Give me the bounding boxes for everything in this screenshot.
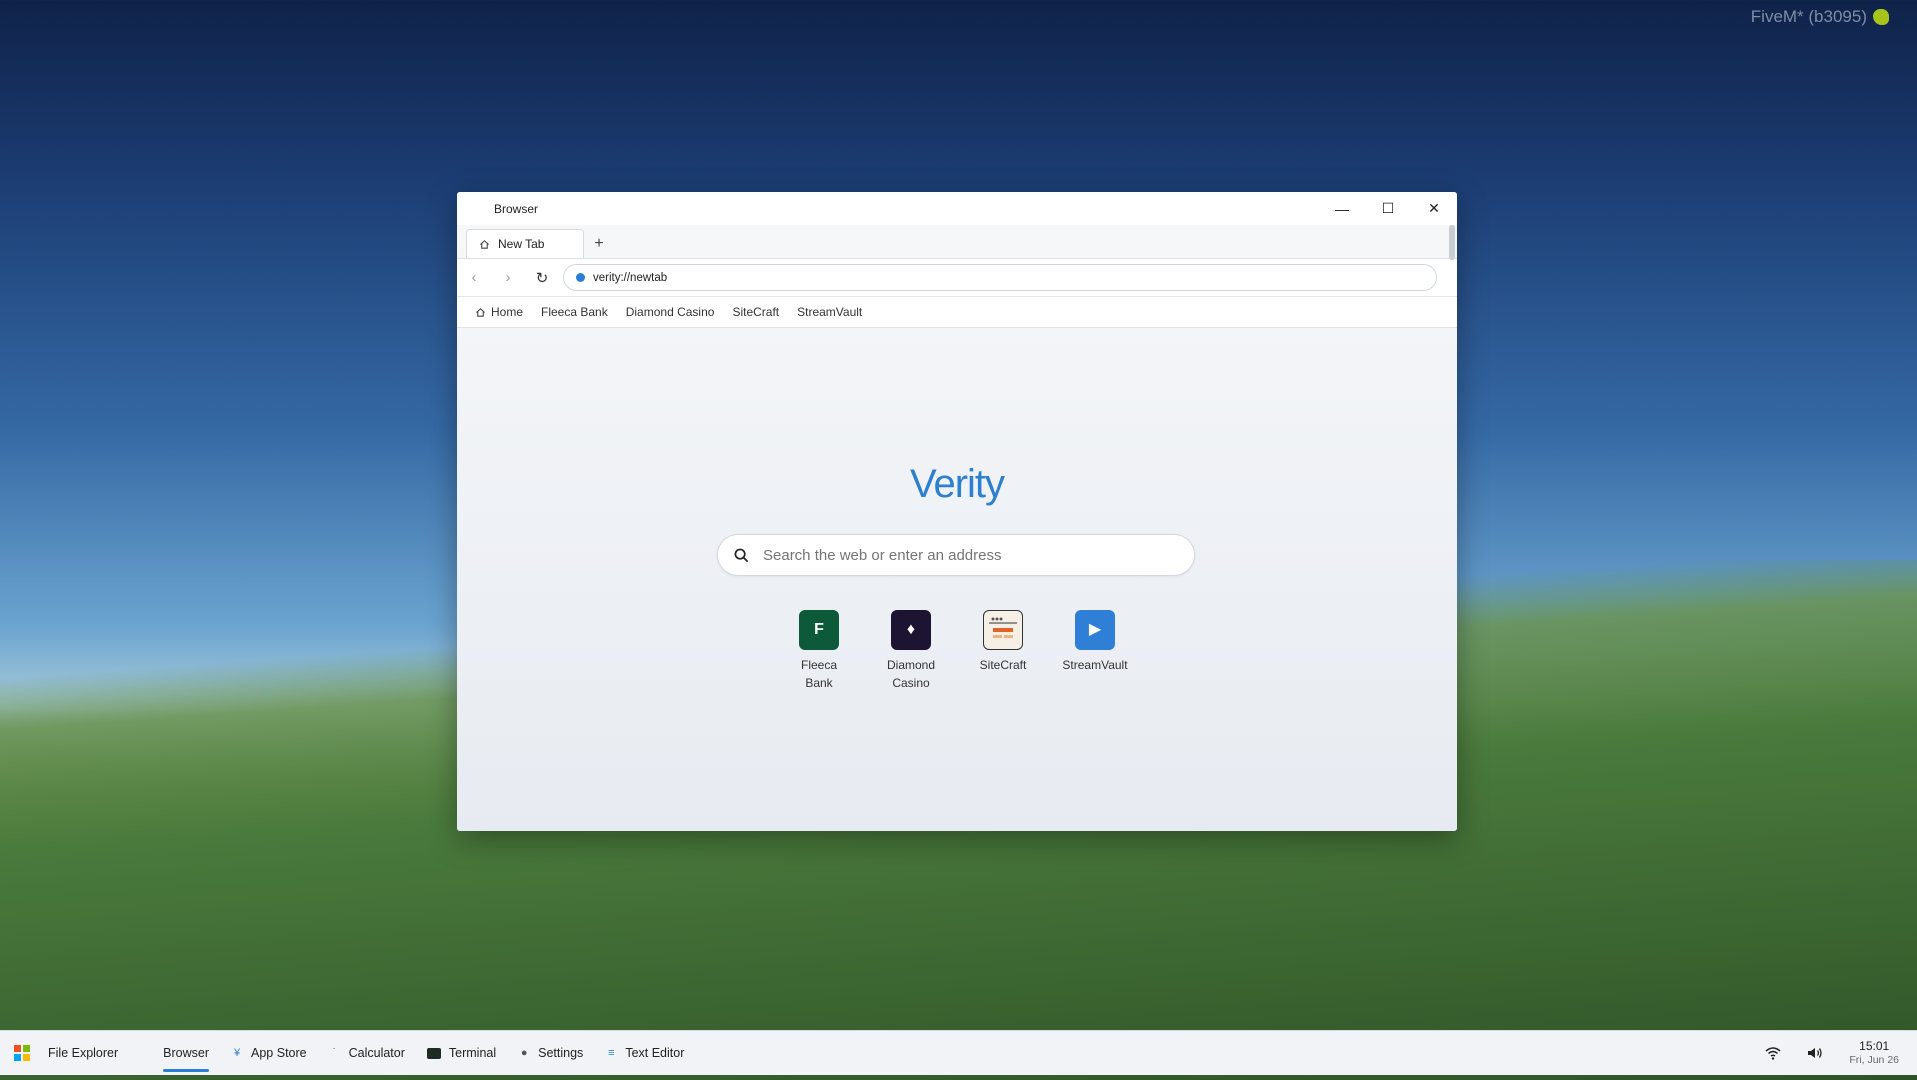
watermark-text: FiveM* (b3095) [1750, 7, 1867, 26]
taskbar-label: App Store [251, 1046, 307, 1060]
search-input[interactable] [761, 545, 1165, 565]
shortcut-label: SiteCraft [979, 658, 1027, 672]
streamvault-play-icon: ▶ [1075, 610, 1115, 650]
bookmark-label: Home [491, 305, 524, 319]
minimize-button[interactable]: — [1319, 192, 1365, 225]
gear-icon: ● [520, 1047, 528, 1059]
tab-new-tab[interactable]: New Tab [466, 229, 584, 258]
shortcut-label: Diamond [886, 658, 936, 672]
store-icon: ¥ [233, 1047, 241, 1059]
window-title: Browser [494, 201, 539, 216]
search-icon [734, 548, 749, 562]
taskbar-calculator[interactable]: ˙ Calculator [329, 1031, 405, 1075]
globe-icon [576, 273, 585, 282]
taskbar-label: Browser [163, 1046, 210, 1060]
shortcut-diamond-casino[interactable]: ♦ Diamond Casino [878, 610, 944, 692]
taskbar-text-editor[interactable]: ≡ Text Editor [605, 1031, 684, 1075]
taskbar-label: Calculator [348, 1046, 405, 1060]
taskbar-label: Settings [538, 1046, 584, 1060]
taskbar-settings[interactable]: ● Settings [518, 1031, 584, 1075]
reload-button[interactable]: ↻ [525, 263, 559, 293]
forward-button[interactable]: › [491, 263, 525, 293]
tab-strip: New Tab + [457, 225, 1457, 259]
calculator-icon: ˙ [332, 1047, 337, 1059]
text-editor-icon: ≡ [608, 1047, 615, 1059]
new-tab-button[interactable]: + [584, 229, 614, 258]
window-controls: — ☐ ✕ [1319, 192, 1457, 225]
bookmark-home[interactable]: Home [475, 305, 523, 319]
fleeca-bank-icon: F [799, 610, 839, 650]
volume-icon[interactable] [1807, 1046, 1823, 1060]
verity-logo: Verity [909, 462, 1005, 506]
shortcut-label: Casino [892, 676, 930, 690]
shortcut-fleeca-bank[interactable]: F Fleeca Bank [786, 610, 852, 692]
system-tray: 15:01 Fri, Jun 26 [1765, 1031, 1899, 1075]
terminal-icon [426, 1047, 441, 1059]
browser-window: Browser — ☐ ✕ New Tab + ‹ › ↻ verity://n… [457, 192, 1457, 831]
address-value: verity://newtab [593, 271, 668, 284]
taskbar-label: File Explorer [48, 1046, 119, 1060]
clock[interactable]: 15:01 Fri, Jun 26 [1849, 1039, 1899, 1067]
close-button[interactable]: ✕ [1411, 192, 1457, 225]
taskbar-label: Text Editor [625, 1046, 685, 1060]
taskbar-label: Terminal [448, 1046, 497, 1060]
shortcut-streamvault[interactable]: ▶ StreamVault [1062, 610, 1128, 692]
tab-label: New Tab [498, 237, 545, 251]
search-box[interactable] [717, 534, 1195, 576]
address-bar[interactable]: verity://newtab [563, 264, 1437, 291]
taskbar-app-store[interactable]: ¥ App Store [231, 1031, 307, 1075]
scrollbar[interactable] [1449, 225, 1455, 260]
forward-icon: › [505, 269, 511, 286]
shortcut-label: StreamVault [1062, 658, 1128, 672]
clock-date: Fri, Jun 26 [1849, 1054, 1899, 1066]
bookmark-streamvault[interactable]: StreamVault [797, 305, 862, 319]
taskbar-file-explorer[interactable]: File Explorer [48, 1031, 118, 1075]
start-button[interactable] [14, 1045, 30, 1061]
reload-icon: ↻ [535, 269, 549, 287]
newtab-page: Verity F Fleeca Bank ♦ Diamond Casino [457, 328, 1457, 831]
taskbar: File Explorer Browser ¥ App Store ˙ Calc… [0, 1030, 1917, 1075]
clock-time: 15:01 [1859, 1039, 1890, 1053]
home-icon [480, 239, 489, 249]
diamond-casino-icon: ♦ [891, 610, 931, 650]
back-button[interactable]: ‹ [457, 263, 491, 293]
wifi-icon[interactable] [1765, 1046, 1781, 1060]
taskbar-browser[interactable]: Browser [163, 1031, 209, 1075]
taskbar-terminal[interactable]: Terminal [426, 1031, 497, 1075]
fivem-logo-icon [1873, 9, 1889, 25]
shortcut-label: Bank [805, 676, 833, 690]
bookmark-fleeca-bank[interactable]: Fleeca Bank [541, 305, 608, 319]
bookmarks-bar: Home Fleeca Bank Diamond Casino SiteCraf… [457, 297, 1457, 328]
maximize-button[interactable]: ☐ [1365, 192, 1411, 225]
shortcuts-grid: F Fleeca Bank ♦ Diamond Casino SiteCraft… [457, 610, 1457, 692]
shortcut-label: Fleeca [800, 658, 838, 672]
shortcut-sitecraft[interactable]: SiteCraft [970, 610, 1036, 692]
bookmark-diamond-casino[interactable]: Diamond Casino [626, 305, 715, 319]
back-icon: ‹ [471, 269, 477, 286]
home-icon [476, 307, 485, 317]
navigation-bar: ‹ › ↻ verity://newtab [457, 259, 1457, 297]
webpage-icon [989, 617, 1017, 638]
bookmark-sitecraft[interactable]: SiteCraft [732, 305, 779, 319]
window-titlebar[interactable]: Browser — ☐ ✕ [457, 192, 1457, 225]
fivem-watermark: FiveM* (b3095) [1751, 7, 1889, 27]
sitecraft-icon [983, 610, 1023, 650]
